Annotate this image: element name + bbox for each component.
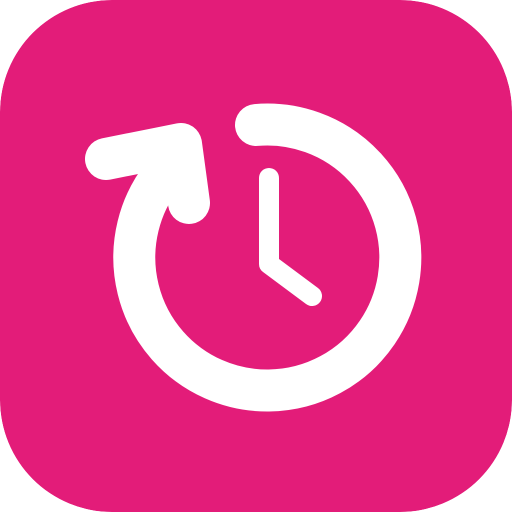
- history-icon: [0, 0, 512, 512]
- icon-background: [0, 0, 512, 512]
- app-icon-tile[interactable]: [0, 0, 512, 512]
